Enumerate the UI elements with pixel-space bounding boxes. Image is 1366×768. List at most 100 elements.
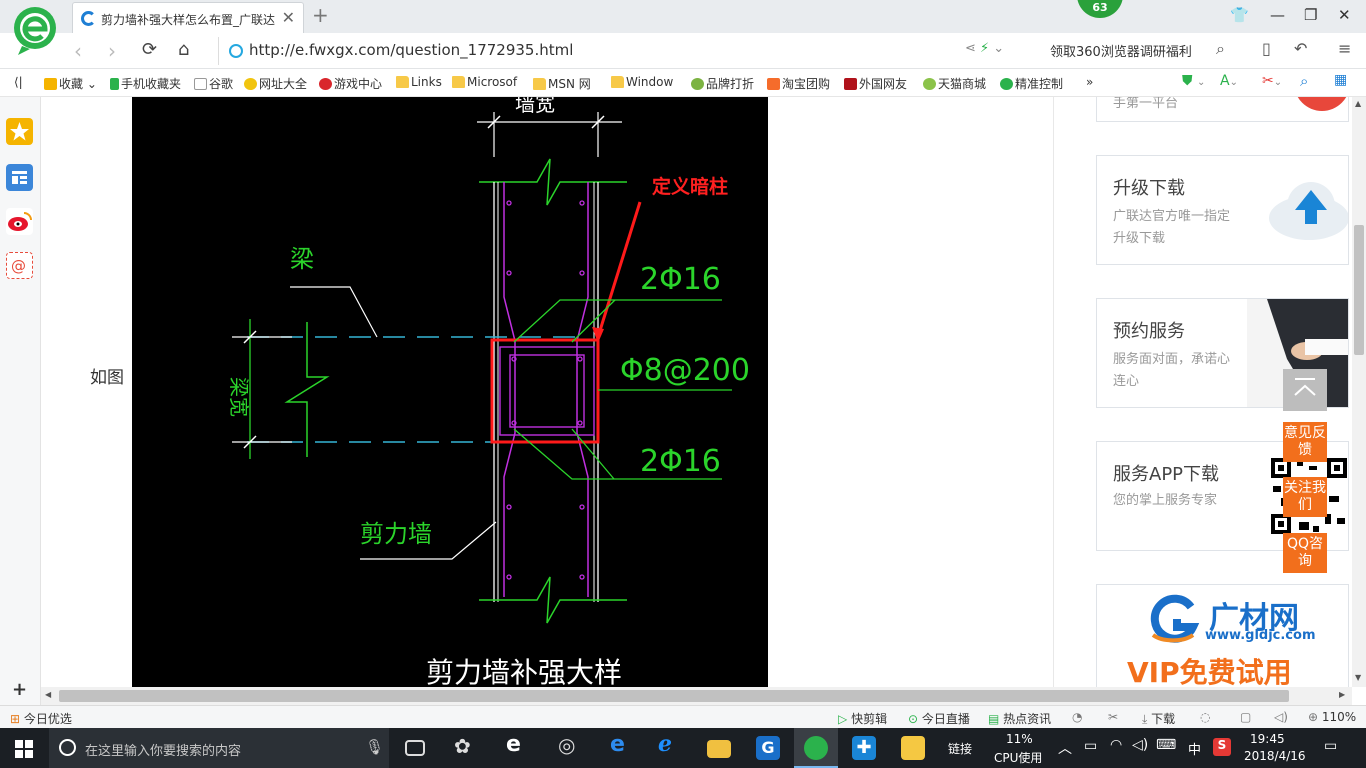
shield-icon[interactable]: ⛊ ⌄ <box>1182 73 1205 89</box>
bookmark-microsoft[interactable]: Microsof <box>452 75 517 89</box>
home-button[interactable]: ⌂ <box>178 39 189 60</box>
status-news[interactable]: ▤ 热点资讯 <box>988 710 1051 727</box>
remote-app-icon[interactable]: ✚ <box>852 736 876 760</box>
daily-picks[interactable]: ⊞ 今日优选 <box>10 710 72 727</box>
url-text[interactable]: http://e.fwxgx.com/question_1772935.html <box>249 41 573 59</box>
spiral-app-icon[interactable]: ◎ <box>558 733 582 757</box>
browser-tab[interactable]: 剪力墙补强大样怎么布置_广联达 ✕ <box>72 2 304 33</box>
skin-icon[interactable]: 👕 <box>1230 6 1249 24</box>
grid-icon[interactable]: ▦ <box>1334 72 1347 88</box>
status-download[interactable]: ⤓ 下载 <box>1142 710 1175 727</box>
status-quick-edit[interactable]: ▷ 快剪辑 <box>838 710 887 727</box>
clock-date[interactable]: 2018/4/16 <box>1244 749 1306 763</box>
bookmark-windows[interactable]: Window <box>611 75 673 89</box>
reader-icon[interactable] <box>6 164 33 191</box>
find-icon[interactable]: ⌕ <box>1300 72 1308 90</box>
promo-link[interactable]: 领取360浏览器调研福利 <box>1050 41 1192 60</box>
bookmark-favorites[interactable]: 收藏 ⌄ <box>44 75 97 92</box>
horizontal-scroll-thumb[interactable] <box>59 690 1289 702</box>
horizontal-scrollbar[interactable]: ◀ ▶ <box>41 687 1352 705</box>
tray-expand-icon[interactable]: ︿ <box>1058 738 1072 758</box>
taskbar-search-placeholder[interactable]: 在这里输入你要搜索的内容 <box>85 740 241 759</box>
status-mute-icon[interactable]: ◁) <box>1274 710 1288 724</box>
translate-icon[interactable]: A⌄ <box>1220 73 1238 89</box>
status-live[interactable]: ⊙ 今日直播 <box>908 710 970 727</box>
bookmark-tmall[interactable]: 天猫商城 <box>923 75 986 92</box>
vertical-scrollbar[interactable]: ▲ ▼ <box>1352 97 1366 687</box>
reload-button[interactable]: ⟳ <box>142 39 157 60</box>
360-browser-taskbar-icon[interactable]: e <box>506 732 530 757</box>
sogou-icon[interactable]: S <box>1213 738 1231 756</box>
status-speed-icon[interactable]: ◔ <box>1072 710 1082 724</box>
edge-icon[interactable]: e <box>610 732 634 757</box>
scroll-right-icon[interactable]: ▶ <box>1339 690 1345 699</box>
file-explorer-icon[interactable] <box>707 740 731 758</box>
active-taskbar-item[interactable] <box>794 728 838 768</box>
scroll-down-icon[interactable]: ▼ <box>1355 673 1361 682</box>
battery-icon[interactable]: ▭ <box>1084 738 1097 754</box>
mail-icon[interactable]: @ <box>6 252 33 279</box>
card-partial[interactable]: 手第一平台 <box>1096 97 1349 122</box>
microphone-icon[interactable]: 🎙 <box>365 738 384 756</box>
ie-icon[interactable]: ℯ <box>658 732 682 757</box>
bookmarks-more-icon[interactable]: » <box>1086 75 1093 89</box>
menu-icon[interactable]: ≡ <box>1338 39 1351 58</box>
bookmark-nav[interactable]: 网址大全 <box>244 75 307 92</box>
search-icon[interactable]: ⌕ <box>1216 39 1225 59</box>
bookmark-foreign[interactable]: 外国网友 <box>844 75 907 92</box>
undo-icon[interactable]: ↶ <box>1294 39 1307 58</box>
back-button[interactable]: ‹ <box>74 39 82 63</box>
notification-badge[interactable]: 63 <box>1077 0 1123 18</box>
speed-icon[interactable]: ⚡ <box>980 41 989 56</box>
glodon-app-icon[interactable]: G <box>756 736 780 760</box>
restore-button[interactable]: ❐ <box>1304 6 1317 24</box>
scissors-icon[interactable]: ✂⌄ <box>1262 73 1282 89</box>
task-view-icon[interactable] <box>405 740 425 756</box>
share-icon[interactable]: ⋖ ⚡ ⌄ <box>965 41 1004 56</box>
windows-start-icon[interactable] <box>15 740 33 758</box>
card-gldjc[interactable]: 广材网 www.gldjc.com VIP免费试用 <box>1096 584 1349 687</box>
add-sidebar-button[interactable]: + <box>12 679 27 700</box>
close-tab-icon[interactable]: ✕ <box>282 8 295 27</box>
bookmark-discount[interactable]: 品牌打折 <box>691 75 754 92</box>
scroll-up-icon[interactable]: ▲ <box>1355 99 1361 108</box>
status-tool-icon[interactable]: ✂ <box>1108 710 1118 724</box>
mobile-icon[interactable]: ▯ <box>1262 39 1271 58</box>
links-toolbar-label[interactable]: 链接 <box>948 740 972 757</box>
ime-indicator[interactable]: 中 <box>1188 739 1201 758</box>
card-upgrade-download[interactable]: 升级下载 广联达官方唯一指定升级下载 <box>1096 155 1349 265</box>
taskbar-search-box[interactable]: 在这里输入你要搜索的内容 🎙 <box>49 728 389 768</box>
browser-logo-icon[interactable] <box>12 6 58 56</box>
bookmark-google[interactable]: 谷歌 <box>194 75 233 92</box>
qq-consult-button[interactable]: QQ咨询 <box>1283 533 1327 573</box>
bookmark-mobile[interactable]: 手机收藏夹 <box>110 75 181 92</box>
notes-app-icon[interactable] <box>901 736 925 760</box>
bookmark-taobao[interactable]: 淘宝团购 <box>767 75 830 92</box>
new-tab-button[interactable]: + <box>312 3 329 27</box>
feedback-button[interactable]: 意见反馈 <box>1283 422 1327 462</box>
back-to-top-button[interactable] <box>1283 369 1327 411</box>
scroll-left-icon[interactable]: ◀ <box>45 690 51 699</box>
bookmark-links[interactable]: Links <box>396 75 442 89</box>
weibo-icon[interactable] <box>6 208 33 235</box>
status-cleanup-icon[interactable]: ◌ <box>1200 710 1210 724</box>
notification-center-icon[interactable]: ▭ <box>1324 738 1337 754</box>
follow-us-button[interactable]: 关注我们 <box>1283 477 1327 517</box>
favorites-star-icon[interactable] <box>6 118 33 145</box>
wifi-icon[interactable]: ◠ <box>1110 737 1122 753</box>
bookmarks-collapse-icon[interactable]: ⟨| <box>14 75 23 89</box>
zoom-level[interactable]: ⊕ 110% <box>1308 710 1356 724</box>
vertical-scroll-thumb[interactable] <box>1354 225 1364 355</box>
clock-time[interactable]: 19:45 <box>1250 732 1285 746</box>
bookmark-games[interactable]: 游戏中心 <box>319 75 382 92</box>
keyboard-icon[interactable]: ⌨ <box>1156 737 1176 753</box>
url-field[interactable]: http://e.fwxgx.com/question_1772935.html <box>218 37 1038 65</box>
minimize-button[interactable]: — <box>1270 6 1285 24</box>
status-window-icon[interactable]: ▢ <box>1240 710 1251 724</box>
bookmark-control[interactable]: 精准控制 <box>1000 75 1063 92</box>
close-window-button[interactable]: ✕ <box>1338 6 1351 24</box>
volume-icon[interactable]: ◁) <box>1132 737 1148 753</box>
bookmark-msn[interactable]: MSN 网 <box>533 75 591 92</box>
fan-app-icon[interactable]: ✿ <box>454 734 478 758</box>
forward-button[interactable]: › <box>108 39 116 63</box>
